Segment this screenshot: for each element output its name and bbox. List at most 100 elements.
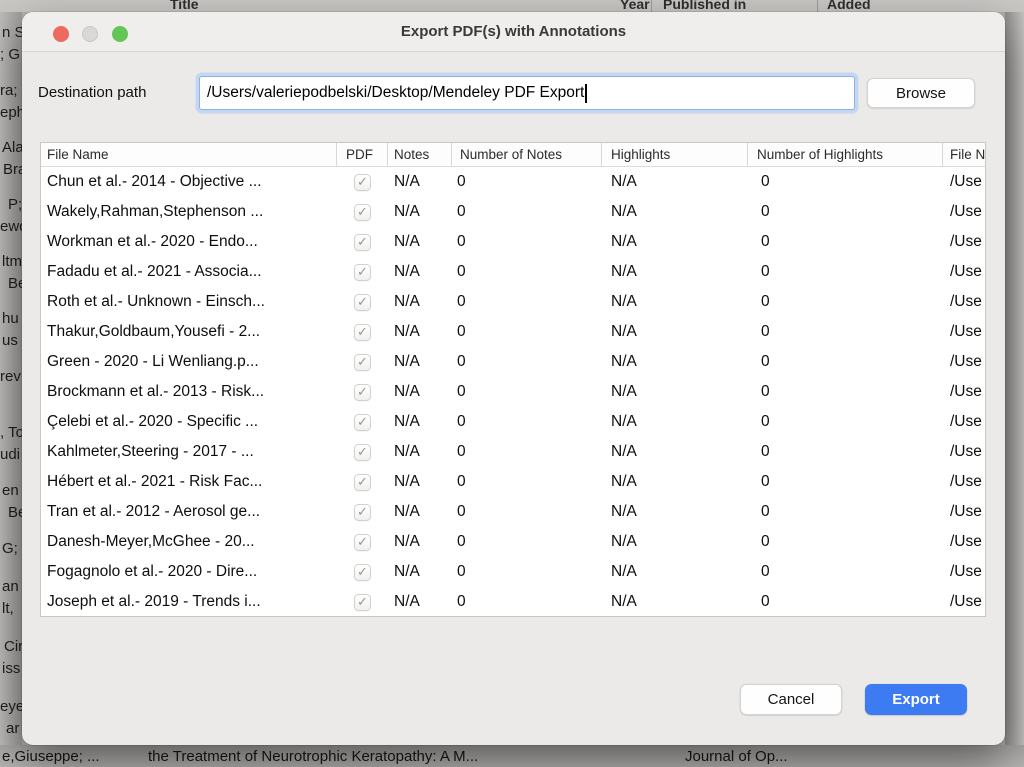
file-name-cell: Hébert et al.- 2021 - Risk Fac... [41,473,337,491]
pdf-checkbox-checked[interactable]: ✓ [354,294,371,311]
pdf-cell: ✓ [337,324,388,341]
file-path-cell: /Use [943,203,985,221]
number-of-notes-cell: 0 [452,353,602,371]
pdf-checkbox-checked[interactable]: ✓ [354,504,371,521]
table-row[interactable]: Wakely,Rahman,Stephenson ... ✓ N/A 0 N/A… [41,197,985,227]
table-row[interactable]: Tran et al.- 2012 - Aerosol ge... ✓ N/A … [41,497,985,527]
table-row[interactable]: Hébert et al.- 2021 - Risk Fac... ✓ N/A … [41,467,985,497]
export-button[interactable]: Export [865,684,967,715]
highlights-cell: N/A [602,353,748,371]
pdf-checkbox-checked[interactable]: ✓ [354,444,371,461]
number-of-highlights-cell: 0 [748,593,943,611]
file-name-cell: Fogagnolo et al.- 2020 - Dire... [41,563,337,581]
column-header-highlights[interactable]: Highlights [602,143,748,166]
table-row[interactable]: Chun et al.- 2014 - Objective ... ✓ N/A … [41,167,985,197]
destination-path-input[interactable]: /Users/valeriepodbelski/Desktop/Mendeley… [199,76,855,110]
pdf-checkbox-checked[interactable]: ✓ [354,354,371,371]
column-header-file-name[interactable]: File Name [943,143,985,166]
table-row[interactable]: Joseph et al.- 2019 - Trends i... ✓ N/A … [41,587,985,617]
bg-text-fragment: rev [0,368,21,385]
pdf-checkbox-checked[interactable]: ✓ [354,534,371,551]
pdf-checkbox-checked[interactable]: ✓ [354,264,371,281]
pdf-checkbox-checked[interactable]: ✓ [354,594,371,611]
bg-text-fragment: n S [2,24,22,41]
table-row[interactable]: Danesh-Meyer,McGhee - 20... ✓ N/A 0 N/A … [41,527,985,557]
cancel-button[interactable]: Cancel [740,684,842,715]
pdf-cell: ✓ [337,354,388,371]
file-path-cell: /Use [943,593,985,611]
pdf-cell: ✓ [337,504,388,521]
table-row[interactable]: Green - 2020 - Li Wenliang.p... ✓ N/A 0 … [41,347,985,377]
pdf-checkbox-checked[interactable]: ✓ [354,234,371,251]
highlights-cell: N/A [602,593,748,611]
highlights-cell: N/A [602,383,748,401]
number-of-notes-cell: 0 [452,233,602,251]
notes-cell: N/A [388,263,452,281]
bg-text-fragment: Cir [4,638,22,655]
notes-cell: N/A [388,413,452,431]
dialog-titlebar[interactable]: Export PDF(s) with Annotations [22,12,1005,52]
bg-text-fragment: hu [2,310,19,327]
bg-text-fragment: Be [8,275,22,292]
bg-text-fragment: Bra [3,161,22,178]
file-name-cell: Çelebi et al.- 2020 - Specific ... [41,413,337,431]
table-row[interactable]: Kahlmeter,Steering - 2017 - ... ✓ N/A 0 … [41,437,985,467]
highlights-cell: N/A [602,323,748,341]
pdf-checkbox-checked[interactable]: ✓ [354,384,371,401]
notes-cell: N/A [388,503,452,521]
background-right-strip [1005,12,1024,745]
table-row[interactable]: Fadadu et al.- 2021 - Associa... ✓ N/A 0… [41,257,985,287]
highlights-cell: N/A [602,203,748,221]
file-name-cell: Thakur,Goldbaum,Yousefi - 2... [41,323,337,341]
bg-text-fragment: ewo [0,218,22,235]
pdf-checkbox-checked[interactable]: ✓ [354,174,371,191]
file-name-cell: Workman et al.- 2020 - Endo... [41,233,337,251]
bg-column-title: Title [170,0,199,12]
bg-journal-fragment: Journal of Op... [685,748,788,765]
number-of-notes-cell: 0 [452,203,602,221]
bg-text-fragment: an [2,578,19,595]
table-row[interactable]: Workman et al.- 2020 - Endo... ✓ N/A 0 N… [41,227,985,257]
bg-text-fragment: en [2,482,19,499]
table-row[interactable]: Çelebi et al.- 2020 - Specific ... ✓ N/A… [41,407,985,437]
file-name-cell: Wakely,Rahman,Stephenson ... [41,203,337,221]
pdf-checkbox-checked[interactable]: ✓ [354,204,371,221]
number-of-highlights-cell: 0 [748,563,943,581]
pdf-cell: ✓ [337,204,388,221]
column-header-notes[interactable]: Notes [388,143,452,166]
highlights-cell: N/A [602,173,748,191]
file-name-cell: Danesh-Meyer,McGhee - 20... [41,533,337,551]
browse-button[interactable]: Browse [867,78,975,108]
background-left-strip: n S; Gra;ephAlanBraP;ewoltmBehuusrev, To… [0,12,22,745]
file-path-cell: /Use [943,473,985,491]
table-row[interactable]: Roth et al.- Unknown - Einsch... ✓ N/A 0… [41,287,985,317]
column-header-file-name[interactable]: File Name [41,143,337,166]
pdf-checkbox-checked[interactable]: ✓ [354,324,371,341]
column-header-pdf[interactable]: PDF [337,143,388,166]
bg-text-fragment: us [2,332,18,349]
bg-text-fragment: , To [0,424,22,441]
number-of-notes-cell: 0 [452,593,602,611]
bg-text-fragment: eye [0,698,22,715]
table-row[interactable]: Fogagnolo et al.- 2020 - Dire... ✓ N/A 0… [41,557,985,587]
notes-cell: N/A [388,383,452,401]
file-path-cell: /Use [943,443,985,461]
file-name-cell: Tran et al.- 2012 - Aerosol ge... [41,503,337,521]
file-path-cell: /Use [943,323,985,341]
destination-path-label: Destination path [38,84,146,101]
pdf-checkbox-checked[interactable]: ✓ [354,564,371,581]
column-header-number-of-highlights[interactable]: Number of Highlights [748,143,943,166]
table-row[interactable]: Thakur,Goldbaum,Yousefi - 2... ✓ N/A 0 N… [41,317,985,347]
notes-cell: N/A [388,473,452,491]
notes-cell: N/A [388,173,452,191]
table-row[interactable]: Brockmann et al.- 2013 - Risk... ✓ N/A 0… [41,377,985,407]
number-of-notes-cell: 0 [452,173,602,191]
number-of-notes-cell: 0 [452,443,602,461]
pdf-checkbox-checked[interactable]: ✓ [354,474,371,491]
bg-column-year: Year [620,0,650,12]
number-of-highlights-cell: 0 [748,473,943,491]
pdf-cell: ✓ [337,564,388,581]
pdf-checkbox-checked[interactable]: ✓ [354,414,371,431]
file-path-cell: /Use [943,383,985,401]
column-header-number-of-notes[interactable]: Number of Notes [452,143,602,166]
